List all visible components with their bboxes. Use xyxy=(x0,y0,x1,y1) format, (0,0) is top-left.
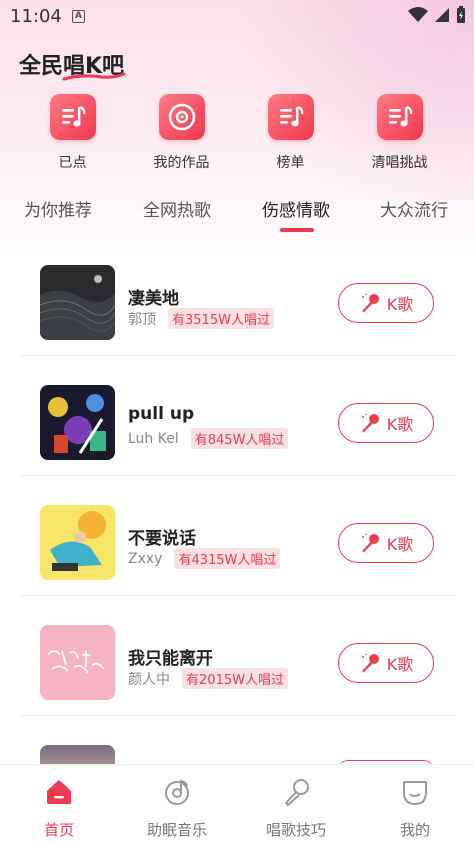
song-artist: 郭顶 xyxy=(128,311,156,328)
nav-label: 首页 xyxy=(43,821,74,839)
album-cover xyxy=(40,265,115,340)
microphone-icon xyxy=(361,293,379,313)
list-item[interactable]: pull up Luh Kel 有845W人唱过 K歌 xyxy=(20,356,454,476)
music-list-icon xyxy=(267,94,314,140)
tab-sad-love-songs[interactable]: 伤感情歌 xyxy=(262,196,330,221)
sung-count-badge: 有3515W人唱过 xyxy=(168,308,274,329)
signal-icon xyxy=(435,8,449,22)
song-meta: 颜人中 有2015W人唱过 xyxy=(128,668,288,689)
quick-item-my-works[interactable]: 我的作品 xyxy=(127,94,236,172)
record-disc-icon xyxy=(158,94,205,140)
karaoke-button[interactable]: K歌 xyxy=(338,643,434,683)
nav-label: 唱歌技巧 xyxy=(265,821,326,839)
song-title: 凄美地 xyxy=(128,289,179,309)
nav-sleep-music[interactable]: 助眠音乐 xyxy=(118,775,236,840)
nav-home[interactable]: 首页 xyxy=(0,775,118,840)
song-title: pull up xyxy=(128,404,195,424)
microphone-icon xyxy=(361,413,379,433)
status-bar: 11:04 A xyxy=(0,0,474,34)
list-item[interactable]: 我只能离开 颜人中 有2015W人唱过 K歌 xyxy=(20,596,454,716)
sung-count-badge: 有4315W人唱过 xyxy=(174,548,281,569)
microphone-icon xyxy=(361,653,379,673)
title-underline-decoration xyxy=(62,72,126,81)
microphone-icon xyxy=(237,775,355,809)
nav-profile[interactable]: 我的 xyxy=(356,775,474,840)
album-cover xyxy=(40,625,115,700)
microphone-icon xyxy=(361,533,379,553)
quick-item-label: 我的作品 xyxy=(153,155,210,171)
profile-icon xyxy=(356,775,474,809)
status-time: 11:04 xyxy=(10,6,62,27)
song-title: 我只能离开 xyxy=(128,649,213,669)
song-meta: Luh Kel 有845W人唱过 xyxy=(128,428,289,449)
sung-count-badge: 有2015W人唱过 xyxy=(182,668,288,689)
nav-label: 助眠音乐 xyxy=(146,821,207,839)
song-artist: Luh Kel xyxy=(128,430,179,447)
battery-icon xyxy=(457,6,465,23)
music-list-icon xyxy=(49,94,96,140)
song-artist: Zxxy xyxy=(128,550,163,567)
karaoke-button[interactable]: K歌 xyxy=(338,403,434,443)
list-item[interactable]: 凄美地 郭顶 有3515W人唱过 K歌 xyxy=(20,236,454,356)
karaoke-button-label: K歌 xyxy=(386,415,414,434)
album-cover xyxy=(40,505,115,580)
status-icons xyxy=(408,6,466,24)
tab-hot-songs[interactable]: 全网热歌 xyxy=(143,196,211,221)
notification-indicator: A xyxy=(72,10,85,23)
karaoke-button[interactable]: K歌 xyxy=(338,283,434,323)
wifi-icon xyxy=(408,7,428,22)
home-icon xyxy=(0,775,118,809)
album-cover-partial xyxy=(40,745,115,765)
quick-item-ordered[interactable]: 已点 xyxy=(18,94,127,172)
music-note-disc-icon xyxy=(118,775,236,809)
quick-item-label: 已点 xyxy=(58,155,87,171)
sung-count-badge: 有845W人唱过 xyxy=(190,428,289,449)
song-artist: 颜人中 xyxy=(128,671,170,688)
quick-item-acapella-challenge[interactable]: 清唱挑战 xyxy=(345,94,454,172)
tab-active-indicator xyxy=(280,228,314,232)
nav-label: 我的 xyxy=(399,821,430,839)
tab-popular[interactable]: 大众流行 xyxy=(380,196,448,221)
music-list-icon xyxy=(376,94,423,140)
quick-item-charts[interactable]: 榜单 xyxy=(236,94,345,172)
bottom-navigation: 首页 助眠音乐 唱歌技巧 我的 xyxy=(0,764,474,842)
karaoke-button-label: K歌 xyxy=(386,535,414,554)
quick-actions: 已点 我的作品 榜单 清唱挑战 xyxy=(0,94,474,174)
category-tabs: 为你推荐 全网热歌 伤感情歌 大众流行 xyxy=(0,196,474,236)
song-title: 不要说话 xyxy=(128,529,196,549)
karaoke-button-label: K歌 xyxy=(386,295,414,314)
tab-recommended[interactable]: 为你推荐 xyxy=(24,196,92,221)
nav-singing-tips[interactable]: 唱歌技巧 xyxy=(237,775,355,840)
song-meta: 郭顶 有3515W人唱过 xyxy=(128,308,274,329)
list-item[interactable]: 不要说话 Zxxy 有4315W人唱过 K歌 xyxy=(20,476,454,596)
quick-item-label: 榜单 xyxy=(276,155,305,171)
song-meta: Zxxy 有4315W人唱过 xyxy=(128,548,281,569)
album-cover xyxy=(40,385,115,460)
quick-item-label: 清唱挑战 xyxy=(371,155,428,171)
karaoke-button-label: K歌 xyxy=(386,655,414,674)
karaoke-button[interactable]: K歌 xyxy=(338,523,434,563)
